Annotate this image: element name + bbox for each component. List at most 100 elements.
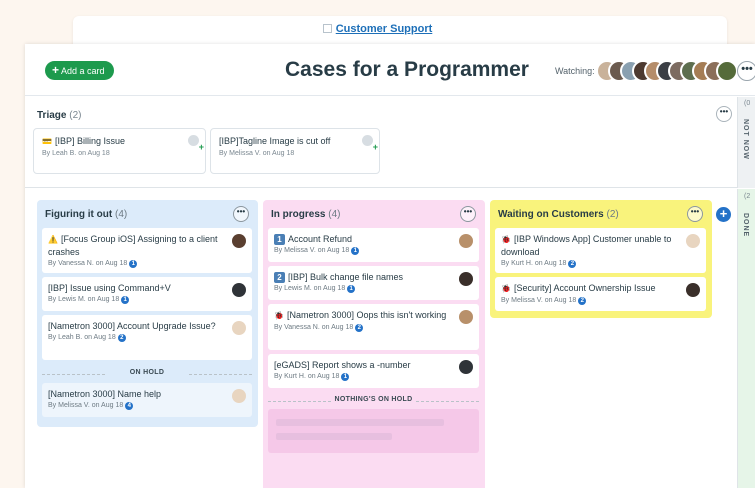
- card-meta: By Leah B. on Aug 18 2: [48, 334, 246, 342]
- card-meta: By Leah B. on Aug 18: [42, 150, 110, 157]
- card-meta: By Lewis M. on Aug 18 1: [274, 285, 473, 293]
- column-count: (4): [114, 209, 128, 220]
- avatar: [232, 283, 246, 297]
- comment-badge: 1: [341, 373, 350, 381]
- triage-count: (2): [69, 110, 82, 121]
- list-item[interactable]: [eGADS] Report shows a -number By Kurt H…: [268, 354, 479, 388]
- assign-icon[interactable]: [362, 135, 378, 152]
- column-heading[interactable]: Figuring it out (4): [45, 209, 127, 220]
- bug-icon: 🐞: [501, 284, 511, 293]
- column-title: Figuring it out: [45, 209, 113, 220]
- triage-title: Triage: [37, 110, 67, 121]
- card-meta: By Kurt H. on Aug 18 2: [501, 260, 700, 268]
- column-heading[interactable]: In progress (4): [271, 209, 340, 220]
- list-item[interactable]: [IBP] Issue using Command+V By Lewis M. …: [42, 277, 252, 311]
- comment-badge: 1: [121, 296, 130, 304]
- grid-icon: [322, 24, 332, 33]
- card-meta-text: By Kurt H. on Aug 18: [501, 260, 567, 267]
- card-meta-text: By Kurt H. on Aug 18: [274, 373, 340, 380]
- header: + Add a card Cases for a Programmer Watch…: [25, 44, 755, 96]
- triage-heading: Triage (2): [37, 110, 81, 121]
- card-title: 🐞 [Security] Account Ownership Issue: [501, 282, 700, 295]
- column-title: In progress: [271, 209, 326, 220]
- column-title: Waiting on Customers: [498, 209, 604, 220]
- list-item[interactable]: [Nametron 3000] Account Upgrade Issue? B…: [42, 315, 252, 360]
- card-meta-text: By Lewis M. on Aug 18: [48, 296, 120, 303]
- avatar[interactable]: [716, 60, 738, 82]
- card-title: 🐞 [Nametron 3000] Oops this isn't working: [274, 309, 473, 322]
- comment-badge: 1: [347, 285, 356, 293]
- card-meta: By Vanessa N. on Aug 18 1: [48, 260, 246, 268]
- card-title: ⚠️ [Focus Group iOS] Assigning to a clien…: [48, 233, 246, 258]
- card-title-text: [IBP] Billing Issue: [54, 136, 125, 146]
- warning-icon: ⚠️: [48, 235, 58, 244]
- assign-icon[interactable]: [188, 135, 204, 152]
- avatar: [459, 310, 473, 324]
- card-title: [eGADS] Report shows a -number: [274, 360, 411, 370]
- avatar: [459, 360, 473, 374]
- card-title: 💳 [IBP] Billing Issue: [42, 136, 197, 146]
- plus-icon: +: [52, 63, 60, 77]
- card-meta: By Melissa V. on Aug 18 2: [501, 297, 700, 305]
- comment-badge: 1: [129, 260, 138, 268]
- column-options-button[interactable]: •••: [460, 206, 476, 222]
- triage-section: Triage (2) ••• 💳 [IBP] Billing Issue By L…: [25, 97, 737, 188]
- done-column[interactable]: (2 DONE: [737, 189, 755, 488]
- not-now-column[interactable]: (0 NOT NOW: [737, 97, 755, 188]
- column-options-button[interactable]: •••: [687, 206, 703, 222]
- done-label: DONE: [742, 213, 749, 238]
- more-options-button[interactable]: •••: [737, 61, 755, 81]
- avatar: [232, 234, 246, 248]
- column-in-progress: In progress (4) ••• 1 Account Refund By M…: [263, 200, 485, 488]
- comment-badge: 2: [568, 260, 577, 268]
- bug-icon: 🐞: [274, 311, 284, 320]
- column-options-button[interactable]: •••: [233, 206, 249, 222]
- card-title: [Nametron 3000] Account Upgrade Issue?: [48, 321, 216, 331]
- card-title-text: [Focus Group iOS] Assigning to a client …: [48, 234, 218, 257]
- list-item[interactable]: 2 [IBP] Bulk change file names By Lewis M…: [268, 266, 479, 300]
- card-meta: By Kurt H. on Aug 18 1: [274, 373, 473, 381]
- card-meta: By Melissa V. on Aug 18: [219, 150, 295, 157]
- column-count: (2): [606, 209, 619, 220]
- card-title: 🐞 [IBP Windows App] Customer unable to do…: [501, 233, 700, 258]
- comment-badge: 2: [578, 297, 587, 305]
- comment-badge: 2: [117, 334, 126, 342]
- list-item[interactable]: ⚠️ [Focus Group iOS] Assigning to a clien…: [42, 228, 252, 273]
- card-title-text: [IBP] Bulk change file names: [288, 272, 404, 282]
- list-item[interactable]: 🐞 [IBP Windows App] Customer unable to do…: [495, 228, 706, 273]
- triage-card[interactable]: 💳 [IBP] Billing Issue By Leah B. on Aug 1…: [33, 128, 206, 174]
- placeholder-line: [276, 419, 444, 426]
- card-title-text: [Security] Account Ownership Issue: [513, 283, 656, 293]
- triage-options-button[interactable]: •••: [716, 106, 732, 122]
- triage-card[interactable]: [IBP]Tagline Image is cut off By Melissa…: [210, 128, 380, 174]
- avatar: [459, 272, 473, 286]
- avatar: [232, 321, 246, 335]
- credit-card-icon: 💳: [42, 137, 52, 146]
- comment-badge: 2: [355, 324, 364, 332]
- list-item[interactable]: 🐞 [Security] Account Ownership Issue By M…: [495, 277, 706, 311]
- page-title: Cases for a Programmer: [285, 58, 529, 81]
- breadcrumb-link[interactable]: Customer Support: [336, 23, 433, 35]
- list-item[interactable]: 🐞 [Nametron 3000] Oops this isn't working…: [268, 304, 479, 350]
- card-meta-text: By Melissa V. on Aug 18: [48, 402, 124, 409]
- not-now-count: (0: [744, 100, 751, 107]
- bug-icon: 🐞: [501, 235, 511, 244]
- breadcrumb[interactable]: Customer Support: [0, 23, 755, 35]
- card-title: [IBP] Issue using Command+V: [48, 283, 171, 293]
- card-table-sheet: + Add a card Cases for a Programmer Watch…: [25, 44, 755, 488]
- on-hold-divider: NOTHING'S ON HOLD: [268, 396, 479, 403]
- column-heading[interactable]: Waiting on Customers (2): [498, 209, 619, 220]
- card-title-text: Account Refund: [288, 234, 353, 244]
- add-column-button[interactable]: +: [716, 207, 731, 222]
- add-card-button[interactable]: + Add a card: [45, 61, 114, 80]
- side-rail: (0 NOT NOW (2 DONE: [737, 97, 755, 488]
- card-title: 1 Account Refund: [274, 233, 473, 245]
- list-item[interactable]: 1 Account Refund By Melissa V. on Aug 18 1: [268, 228, 479, 262]
- column-waiting-on-customers: Waiting on Customers (2) ••• 🐞 [IBP Windo…: [490, 200, 712, 318]
- comment-badge: 1: [351, 247, 360, 255]
- card-title-text: [IBP Windows App] Customer unable to dow…: [501, 234, 672, 257]
- card-title: [Nametron 3000] Name help: [48, 389, 162, 399]
- watching-label: Watching:: [555, 66, 595, 76]
- list-item[interactable]: [Nametron 3000] Name help By Melissa V. …: [42, 383, 252, 417]
- card-meta: By Lewis M. on Aug 18 1: [48, 296, 246, 304]
